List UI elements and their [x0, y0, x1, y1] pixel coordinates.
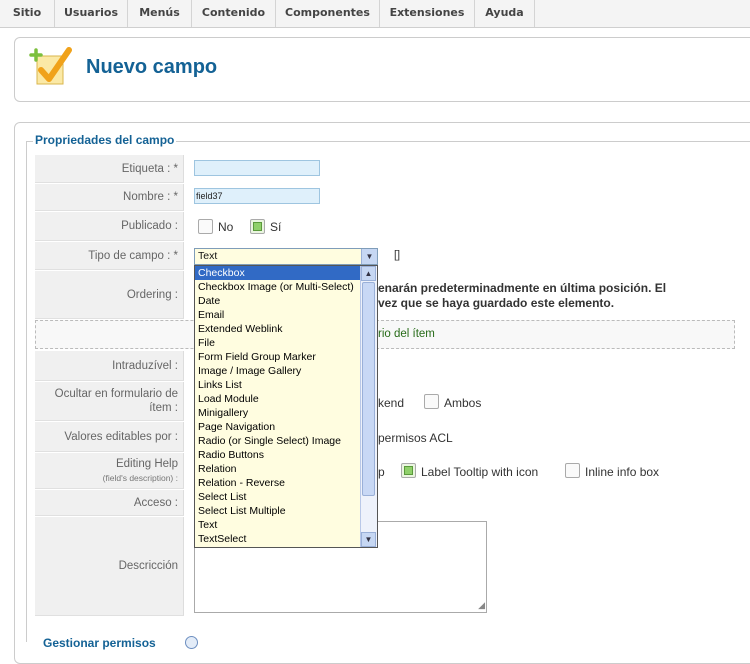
editing-help-tooltip-label: p	[378, 465, 385, 479]
editing-help-tooltip-icon-label: Label Tooltip with icon	[421, 465, 539, 479]
editing-help-inline-radio[interactable]	[565, 463, 580, 478]
tipo-bracket: []	[394, 249, 401, 261]
label-ocultar: Ocultar en formulario de ítem :	[35, 382, 184, 421]
label-tipo-campo: Tipo de campo : *	[35, 242, 184, 270]
scroll-up-icon[interactable]: ▲	[361, 266, 376, 281]
label-publicado: Publicado :	[35, 212, 184, 241]
label-editing-help-main: Editing Help	[115, 458, 178, 470]
dropdown-scrollbar[interactable]: ▲ ▼	[360, 266, 377, 547]
dropdown-options-list: Checkbox Checkbox Image (or Multi-Select)…	[195, 266, 377, 546]
menu-sitio[interactable]: Sitio	[0, 0, 55, 27]
dropdown-option[interactable]: File	[195, 336, 377, 350]
gestionar-permisos-link[interactable]: Gestionar permisos	[43, 636, 156, 650]
menu-extensiones[interactable]: Extensiones	[380, 0, 475, 27]
dropdown-option[interactable]: TextSelect	[195, 532, 377, 546]
publicado-si-radio[interactable]	[250, 219, 265, 234]
label-editing-help: Editing Help (field's description) :	[35, 453, 184, 489]
label-etiqueta: Etiqueta : *	[35, 155, 184, 183]
label-ordering: Ordering :	[35, 271, 184, 319]
tipo-campo-selected-value: Text	[198, 250, 218, 262]
label-valores-editables: Valores editables por :	[35, 422, 184, 452]
nombre-input[interactable]: field37	[194, 188, 320, 204]
chevron-down-icon[interactable]: ▼	[361, 249, 377, 264]
dropdown-option[interactable]: Load Module	[195, 392, 377, 406]
ordering-note-line1: enarán predeterminadmente en última posi…	[378, 281, 667, 295]
menu-contenido[interactable]: Contenido	[192, 0, 276, 27]
dropdown-option[interactable]: Radio (or Single Select) Image	[195, 434, 377, 448]
dropdown-option[interactable]: Minigallery	[195, 406, 377, 420]
editing-help-tooltip-icon-radio[interactable]	[401, 463, 416, 478]
dropdown-option[interactable]: Relation - Reverse	[195, 476, 377, 490]
page-title: Nuevo campo	[86, 56, 218, 78]
dropdown-option[interactable]: Page Navigation	[195, 420, 377, 434]
dropdown-option[interactable]: Text	[195, 518, 377, 532]
label-acceso: Acceso :	[35, 490, 184, 516]
scroll-down-icon[interactable]: ▼	[361, 532, 376, 547]
dropdown-option[interactable]: Checkbox Image (or Multi-Select)	[195, 280, 377, 294]
green-info-text: rio del ítem	[378, 328, 435, 340]
publicado-no-label: No	[218, 220, 234, 234]
menu-usuarios[interactable]: Usuarios	[55, 0, 128, 27]
dropdown-option[interactable]: Email	[195, 308, 377, 322]
menu-componentes[interactable]: Componentes	[276, 0, 380, 27]
dropdown-option[interactable]: Links List	[195, 378, 377, 392]
label-descripcion: Descricción	[35, 517, 184, 616]
publicado-no-radio[interactable]	[198, 219, 213, 234]
expand-toggle-icon[interactable]	[185, 636, 198, 649]
editing-help-inline-label: Inline info box	[585, 465, 660, 479]
dropdown-option[interactable]: Extended Weblink	[195, 322, 377, 336]
label-nombre: Nombre : *	[35, 184, 184, 211]
page-header: Nuevo campo	[14, 37, 750, 102]
ocultar-ambos-radio[interactable]	[424, 394, 439, 409]
ocultar-ambos-label: Ambos	[444, 396, 482, 410]
dropdown-option[interactable]: Radio Buttons	[195, 448, 377, 462]
dropdown-option[interactable]: Select List	[195, 490, 377, 504]
etiqueta-input[interactable]	[194, 160, 320, 176]
label-ocultar-line1: Ocultar en formulario de	[54, 388, 178, 400]
publicado-si-label: Sí	[270, 220, 282, 234]
scroll-thumb[interactable]	[362, 282, 375, 496]
ocultar-backend-label: kend	[378, 396, 405, 410]
label-editing-help-sub: (field's description) :	[102, 473, 178, 483]
dropdown-option[interactable]: Date	[195, 294, 377, 308]
ordering-note-line2: vez que se haya guardado este elemento.	[378, 296, 615, 310]
label-intraduzivel: Intraduzível :	[35, 351, 184, 381]
dropdown-option[interactable]: Form Field Group Marker	[195, 350, 377, 364]
new-field-checkmark-icon	[29, 47, 72, 85]
tipo-campo-select[interactable]: Text ▼	[194, 248, 378, 265]
menu-ayuda[interactable]: Ayuda	[475, 0, 535, 27]
valores-permisos-text: permisos ACL	[378, 431, 453, 445]
top-menu-bar: Sitio Usuarios Menús Contenido Component…	[0, 0, 750, 28]
tipo-campo-dropdown: Checkbox Checkbox Image (or Multi-Select)…	[194, 265, 378, 548]
dropdown-option[interactable]: Checkbox	[195, 266, 377, 280]
dropdown-option[interactable]: Relation	[195, 462, 377, 476]
dropdown-option[interactable]: Select List Multiple	[195, 504, 377, 518]
label-ocultar-line2: ítem :	[149, 402, 178, 414]
dropdown-option[interactable]: Image / Image Gallery	[195, 364, 377, 378]
fieldset-legend: Propriedades del campo	[33, 133, 177, 147]
resize-grip-icon[interactable]: ◢	[478, 602, 485, 611]
menu-menus[interactable]: Menús	[128, 0, 192, 27]
